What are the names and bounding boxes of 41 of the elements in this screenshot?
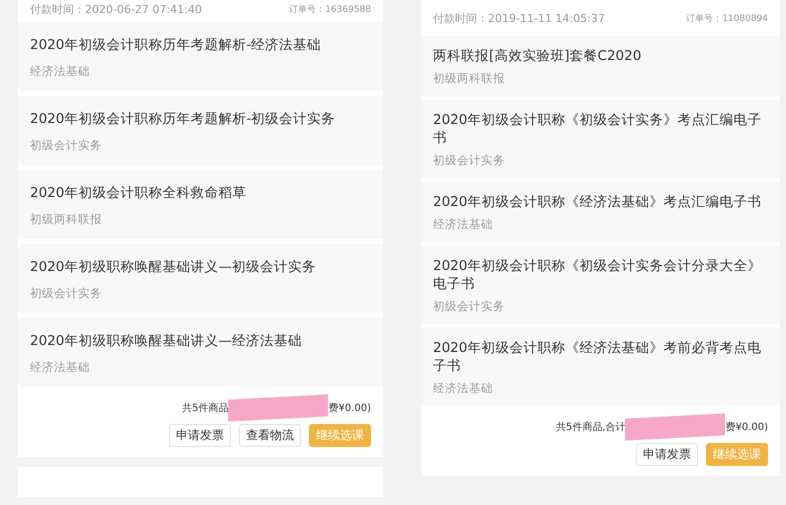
course-item[interactable]: 2020年初级会计职称《初级会计实务会计分录大全》电子书 初级会计实务 xyxy=(421,246,780,324)
course-item[interactable]: 2020年初级会计职称《经济法基础》考前必背考点电子书 经济法基础 xyxy=(421,328,780,406)
course-title: 2020年初级会计职称《初级会计实务会计分录大全》电子书 xyxy=(433,257,762,293)
course-subject: 初级两科联报 xyxy=(30,212,103,226)
course-subject: 经济法基础 xyxy=(433,381,494,395)
course-subject: 初级会计实务 xyxy=(433,153,506,167)
action-button[interactable]: 查看物流 xyxy=(239,424,301,447)
action-button[interactable]: 申请发票 xyxy=(169,424,231,447)
payment-time: 付款时间：2020-06-27 07:41:40 xyxy=(30,2,202,16)
course-item[interactable]: 2020年初级会计职称全科救命稻草 初级两科联报 xyxy=(18,170,383,239)
course-title: 2020年初级会计职称历年考题解析-初级会计实务 xyxy=(30,110,336,128)
course-title: 2020年初级会计职称《经济法基础》考前必背考点电子书 xyxy=(433,339,762,375)
course-item[interactable]: 2020年初级职称唤醒基础讲义—初级会计实务 初级会计实务 xyxy=(18,244,383,313)
course-subject: 经济法基础 xyxy=(433,217,494,231)
item-count: 共5件商品 xyxy=(182,402,228,415)
course-title: 两科联报[高效实验班]套餐C2020 xyxy=(433,47,642,65)
course-title: 2020年初级职称唤醒基础讲义—经济法基础 xyxy=(30,332,303,350)
course-item[interactable]: 2020年初级会计职称《初级会计实务》考点汇编电子书 初级会计实务 xyxy=(421,100,780,178)
payment-time: 付款时间：2019-11-11 14:05:37 xyxy=(433,10,605,26)
course-title: 2020年初级会计职称《经济法基础》考点汇编电子书 xyxy=(433,193,762,211)
course-subject: 初级会计实务 xyxy=(30,286,103,300)
course-title: 2020年初级会计职称《初级会计实务》考点汇编电子书 xyxy=(433,111,762,147)
course-item[interactable]: 两科联报[高效实验班]套餐C2020 初级两科联报 xyxy=(421,36,780,96)
course-subject: 经济法基础 xyxy=(30,360,91,374)
course-subject: 经济法基础 xyxy=(30,64,91,78)
course-subject: 初级两科联报 xyxy=(433,71,506,85)
course-subject: 初级会计实务 xyxy=(30,138,103,152)
order-number: 订单号：11080894 xyxy=(686,12,768,24)
shipping-fee: 费¥0.00) xyxy=(725,420,768,434)
order-number: 订单号：16369588 xyxy=(289,4,371,16)
item-count: 共5件商品,合计 xyxy=(556,420,626,434)
course-item[interactable]: 2020年初级会计职称《经济法基础》考点汇编电子书 经济法基础 xyxy=(421,182,780,242)
course-item[interactable]: 2020年初级职称唤醒基础讲义—经济法基础 经济法基础 xyxy=(18,318,383,387)
course-subject: 初级会计实务 xyxy=(433,299,506,313)
course-item[interactable]: 2020年初级会计职称历年考题解析-初级会计实务 初级会计实务 xyxy=(18,96,383,165)
action-button[interactable]: 申请发票 xyxy=(636,443,698,466)
course-title: 2020年初级会计职称全科救命稻草 xyxy=(30,184,248,202)
course-item[interactable]: 2020年初级会计职称历年考题解析-经济法基础 经济法基础 xyxy=(18,22,383,91)
shipping-fee: 费¥0.00) xyxy=(328,402,371,415)
course-title: 2020年初级职称唤醒基础讲义—初级会计实务 xyxy=(30,258,317,276)
course-title: 2020年初级会计职称历年考题解析-经济法基础 xyxy=(30,36,322,54)
